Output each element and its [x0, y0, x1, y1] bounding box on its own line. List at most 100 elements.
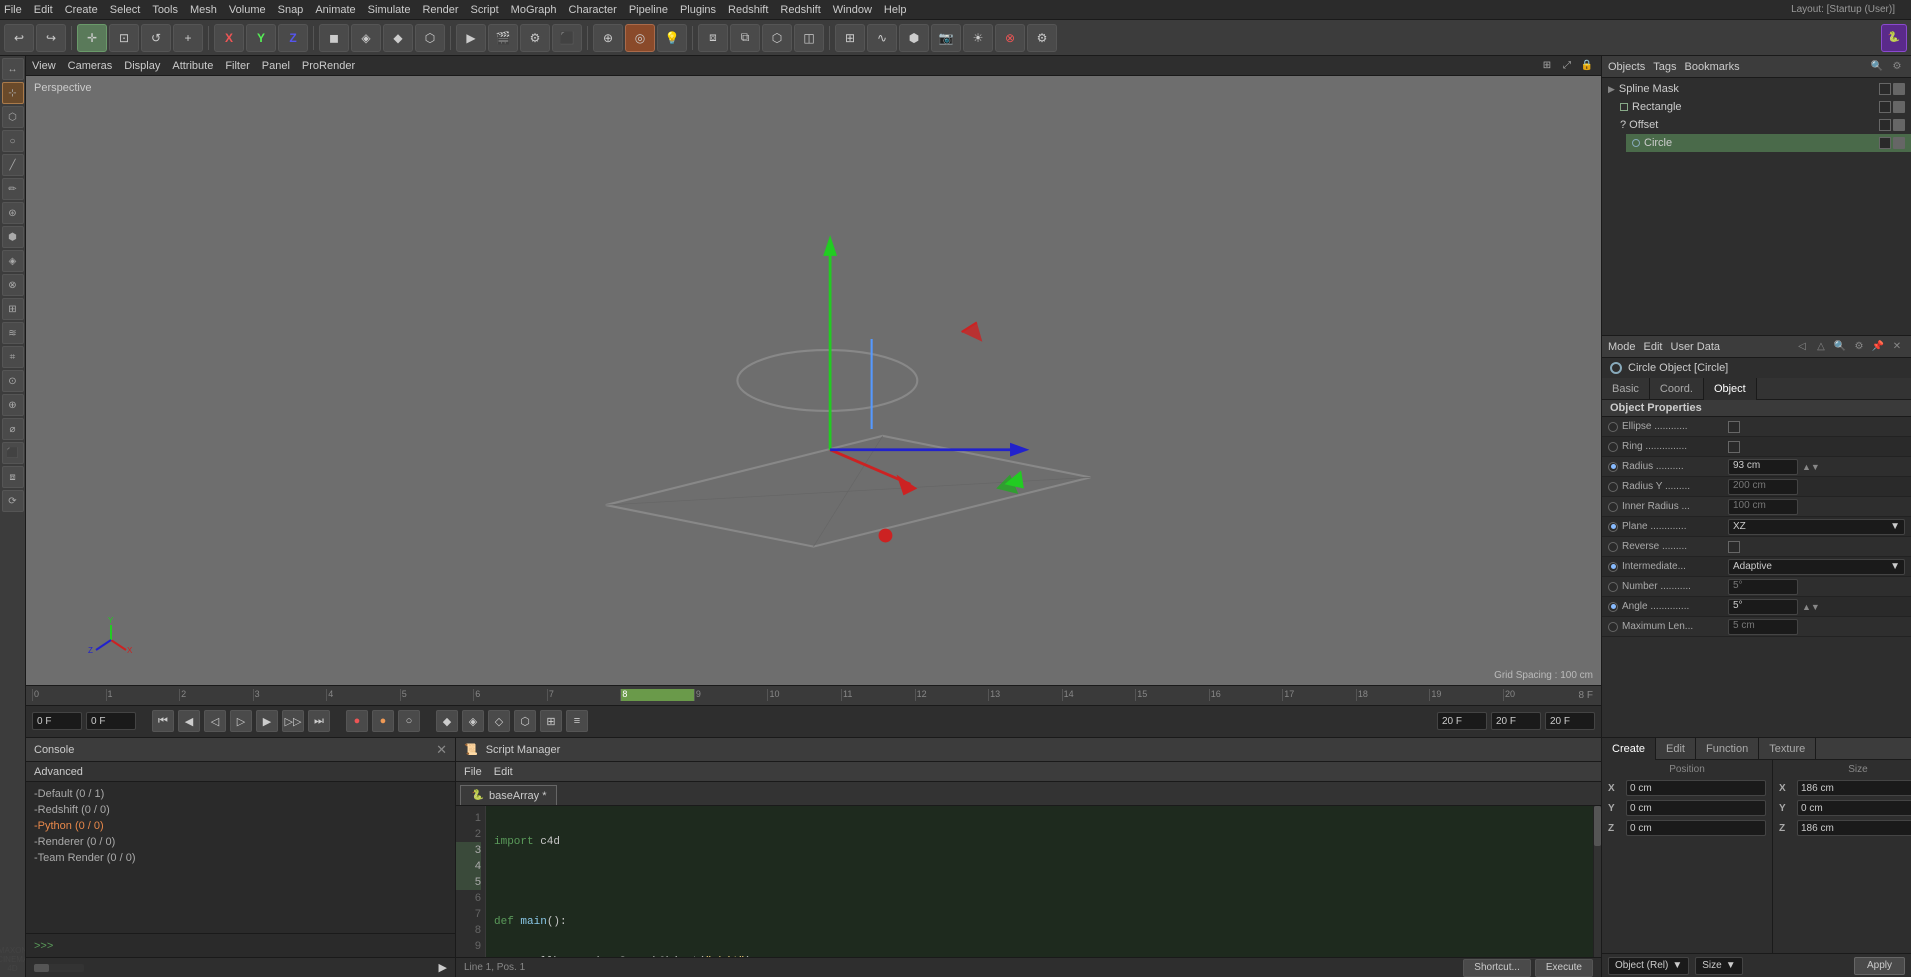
timeline-start-frame[interactable]: 0 F	[32, 712, 82, 730]
play-button[interactable]: ▷	[230, 710, 252, 732]
prop-input-angle[interactable]: 5°	[1728, 599, 1798, 615]
sidebar-tool-move[interactable]: ↔	[2, 58, 24, 80]
tree-vis-splinemask[interactable]	[1879, 83, 1891, 95]
props-settings-icon[interactable]: ⚙	[1851, 339, 1867, 355]
polygon-mode-button[interactable]: ⬡	[415, 24, 445, 52]
prop-check-ellipse[interactable]	[1728, 421, 1740, 433]
sidebar-tool-8[interactable]: ⌗	[2, 346, 24, 368]
viewport-icon-lock[interactable]: 🔒	[1579, 58, 1595, 74]
prop-radio-reverse[interactable]	[1608, 542, 1618, 552]
prop-input-radius[interactable]: 93 cm	[1728, 459, 1798, 475]
z-axis-button[interactable]: Z	[278, 24, 308, 52]
coord-type-dropdown[interactable]: Size ▼	[1695, 957, 1742, 975]
spline-button[interactable]: ∿	[867, 24, 897, 52]
tree-settings-icon[interactable]: ⚙	[1889, 59, 1905, 75]
sidebar-tool-10[interactable]: ⊕	[2, 394, 24, 416]
edit-menu[interactable]: Edit	[1644, 341, 1663, 353]
python-console-button[interactable]: 🐍	[1881, 24, 1907, 52]
object-manager-objects-menu[interactable]: Objects	[1608, 61, 1645, 73]
script-menu-file[interactable]: File	[464, 766, 482, 778]
tree-item-offset[interactable]: ? Offset	[1614, 116, 1911, 134]
render-settings-button[interactable]: ⚙	[520, 24, 550, 52]
script-scrollbar[interactable]	[1593, 806, 1601, 957]
tree-vis-rectangle[interactable]	[1879, 101, 1891, 113]
play-forward-button[interactable]: ▶	[256, 710, 278, 732]
primitive-button[interactable]: ⬢	[899, 24, 929, 52]
point-mode-button[interactable]: ◆	[383, 24, 413, 52]
prop-dropdown-plane[interactable]: XZ ▼	[1728, 519, 1905, 535]
menu-character[interactable]: Character	[569, 4, 617, 16]
code-editor[interactable]: import c4d def main(): smallbox = doc.Se…	[486, 806, 1593, 957]
sidebar-tool-3[interactable]: ⬢	[2, 226, 24, 248]
prop-check-ring[interactable]	[1728, 441, 1740, 453]
prop-radio-ellipse[interactable]	[1608, 422, 1618, 432]
sidebar-tool-brush[interactable]: ✏	[2, 178, 24, 200]
object-manager-bookmarks-menu[interactable]: Bookmarks	[1685, 61, 1740, 73]
prop-dropdown-intermediate[interactable]: Adaptive ▼	[1728, 559, 1905, 575]
props-nav-left[interactable]: ◁	[1794, 339, 1810, 355]
prop-spin-angle[interactable]: ▲▼	[1802, 602, 1820, 612]
field-button[interactable]: ⧉	[730, 24, 760, 52]
object-mode-button[interactable]: ◼	[319, 24, 349, 52]
prop-radio-ring[interactable]	[1608, 442, 1618, 452]
menu-redshift[interactable]: Redshift	[728, 4, 768, 16]
x-axis-button[interactable]: X	[214, 24, 244, 52]
viewport-icon-1[interactable]: ⊞	[1539, 58, 1555, 74]
record-pos-button[interactable]: ●	[372, 710, 394, 732]
viewport-menu-display[interactable]: Display	[124, 60, 160, 72]
menu-help[interactable]: Help	[884, 4, 907, 16]
object-manager-tags-menu[interactable]: Tags	[1653, 61, 1676, 73]
tree-item-splinemask[interactable]: ▶ Spline Mask	[1602, 80, 1911, 98]
prop-input-radius-y[interactable]: 200 cm	[1728, 479, 1798, 495]
y-axis-button[interactable]: Y	[246, 24, 276, 52]
menu-snap[interactable]: Snap	[278, 4, 304, 16]
shortcut-button[interactable]: Shortcut...	[1463, 959, 1531, 977]
prop-radio-inner-radius[interactable]	[1608, 502, 1618, 512]
next-frame-button[interactable]: ▷▷	[282, 710, 304, 732]
play-reverse-button[interactable]: ◁	[204, 710, 226, 732]
viewport-menu-prorender[interactable]: ProRender	[302, 60, 355, 72]
console-close-button[interactable]: ✕	[436, 742, 447, 758]
sidebar-tool-polygon[interactable]: ⬡	[2, 106, 24, 128]
size-z-input[interactable]	[1797, 820, 1911, 836]
menu-tools[interactable]: Tools	[152, 4, 178, 16]
camera-button[interactable]: 📷	[931, 24, 961, 52]
prop-radio-plane[interactable]	[1608, 522, 1618, 532]
menu-select[interactable]: Select	[110, 4, 141, 16]
sidebar-tool-14[interactable]: ⟳	[2, 490, 24, 512]
props-close-icon[interactable]: ✕	[1889, 339, 1905, 355]
keyframe-button[interactable]: ◆	[436, 710, 458, 732]
sidebar-tool-9[interactable]: ⊙	[2, 370, 24, 392]
tab-basic[interactable]: Basic	[1602, 378, 1650, 400]
timeline-fps3-field[interactable]: 20 F	[1491, 712, 1541, 730]
menu-redshift2[interactable]: Redshift	[780, 4, 820, 16]
position-x-input[interactable]	[1626, 780, 1766, 796]
viewport-menu-panel[interactable]: Panel	[262, 60, 290, 72]
edge-mode-button[interactable]: ◈	[351, 24, 381, 52]
sidebar-tool-select[interactable]: ⊹	[2, 82, 24, 104]
tab-create[interactable]: Create	[1602, 738, 1656, 760]
keyframe5-button[interactable]: ⊞	[540, 710, 562, 732]
viewport-icon-2[interactable]: ⤢	[1559, 58, 1575, 74]
tree-render-splinemask[interactable]	[1893, 83, 1905, 95]
menu-plugins[interactable]: Plugins	[680, 4, 716, 16]
menu-mesh[interactable]: Mesh	[190, 4, 217, 16]
timeline-fps2-field[interactable]: 20 F	[1437, 712, 1487, 730]
menu-mograph[interactable]: MoGraph	[511, 4, 557, 16]
snap-button[interactable]: ⊕	[593, 24, 623, 52]
sidebar-tool-6[interactable]: ⊞	[2, 298, 24, 320]
sidebar-tool-13[interactable]: ⧈	[2, 466, 24, 488]
rotate-tool-button[interactable]: ↺	[141, 24, 171, 52]
tree-vis-circle[interactable]	[1879, 137, 1891, 149]
tree-render-offset[interactable]	[1893, 119, 1905, 131]
tab-function[interactable]: Function	[1696, 738, 1759, 760]
sidebar-tool-4[interactable]: ◈	[2, 250, 24, 272]
timeline-settings-button[interactable]: ≡	[566, 710, 588, 732]
menu-volume[interactable]: Volume	[229, 4, 266, 16]
sidebar-tool-loop[interactable]: ○	[2, 130, 24, 152]
goto-start-button[interactable]: ⏮	[152, 710, 174, 732]
create-button[interactable]: +	[173, 24, 203, 52]
apply-button[interactable]: Apply	[1854, 957, 1905, 975]
console-scroll-right[interactable]: ▶	[439, 961, 447, 974]
sidebar-tool-5[interactable]: ⊗	[2, 274, 24, 296]
